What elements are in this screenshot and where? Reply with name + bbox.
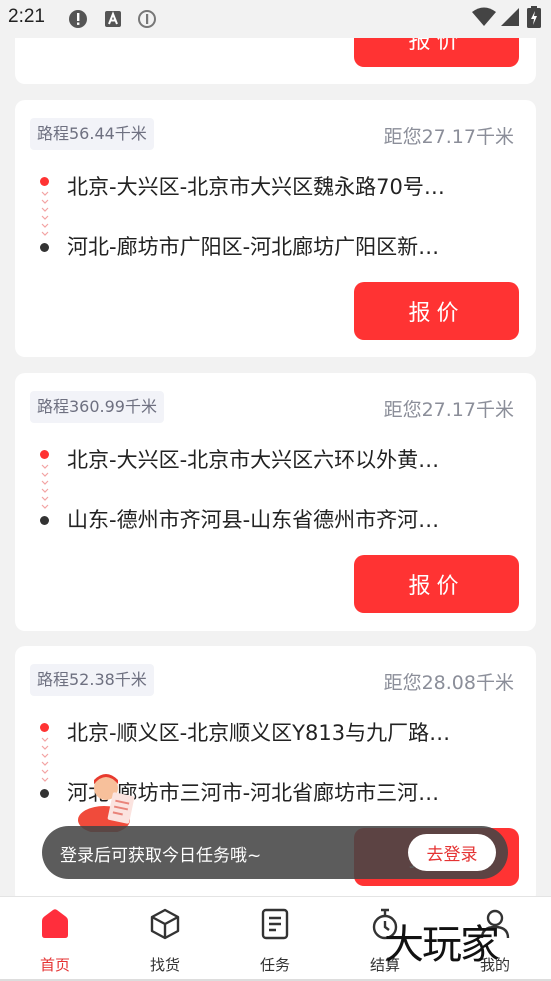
signal-icon	[501, 8, 519, 26]
route-chevrons-icon	[41, 191, 49, 236]
alert-icon	[69, 10, 87, 28]
battery-icon	[527, 6, 541, 28]
route-distance-tag: 路程360.99千米	[30, 391, 164, 423]
order-card[interactable]: 路程56.44千米 距您27.17千米 北京-大兴区-北京市大兴区魏永路70号……	[15, 100, 536, 357]
wifi-icon	[472, 7, 496, 26]
tab-label: 任务	[259, 956, 290, 974]
destination-dot-icon	[40, 789, 49, 798]
mascot-courier-icon	[78, 774, 135, 832]
origin-address: 北京-大兴区-北京市大兴区六环以外黄…	[67, 448, 440, 472]
destination-dot-icon	[40, 243, 49, 252]
origin-dot-icon	[40, 450, 49, 459]
document-icon	[261, 908, 289, 940]
tab-tasks[interactable]: 任务	[220, 897, 330, 981]
origin-address: 北京-大兴区-北京市大兴区魏永路70号…	[67, 175, 445, 199]
order-card[interactable]: 路程360.99千米 距您27.17千米 北京-大兴区-北京市大兴区六环以外黄……	[15, 373, 536, 631]
status-time: 2:21	[8, 6, 45, 27]
login-button[interactable]: 去登录	[408, 834, 496, 871]
distance-from-you: 距您27.17千米	[383, 399, 514, 421]
route-distance-tag: 路程56.44千米	[30, 118, 154, 150]
font-icon	[105, 11, 121, 27]
route-distance-tag: 路程52.38千米	[30, 664, 154, 696]
tab-home[interactable]: 首页	[0, 897, 110, 981]
destination-address: 山东-德州市齐河县-山东省德州市齐河…	[67, 508, 440, 532]
quote-button[interactable]: 报价	[354, 282, 519, 340]
origin-address: 北京-顺义区-北京顺义区Y813与九厂路…	[67, 721, 451, 745]
tab-label: 首页	[39, 956, 70, 974]
destination-address: 河北-廊坊市广阳区-河北廊坊广阳区新…	[67, 235, 440, 259]
route-chevrons-icon	[41, 464, 49, 509]
destination-dot-icon	[40, 516, 49, 525]
quote-button[interactable]: 报价	[354, 555, 519, 613]
route-chevrons-icon	[41, 737, 49, 782]
cube-icon	[150, 908, 180, 940]
home-icon	[42, 909, 68, 938]
toast-message: 登录后可获取今日任务哦~	[60, 846, 262, 866]
status-bar: 2:21	[0, 0, 551, 38]
info-icon	[138, 10, 156, 28]
distance-from-you: 距您28.08千米	[383, 672, 514, 694]
distance-from-you: 距您27.17千米	[383, 126, 514, 148]
watermark-logo: 大玩家	[384, 922, 500, 968]
origin-dot-icon	[40, 177, 49, 186]
login-toast: 登录后可获取今日任务哦~ 去登录	[42, 826, 508, 879]
tab-label: 找货	[149, 956, 180, 974]
tab-find-goods[interactable]: 找货	[110, 897, 220, 981]
origin-dot-icon	[40, 723, 49, 732]
